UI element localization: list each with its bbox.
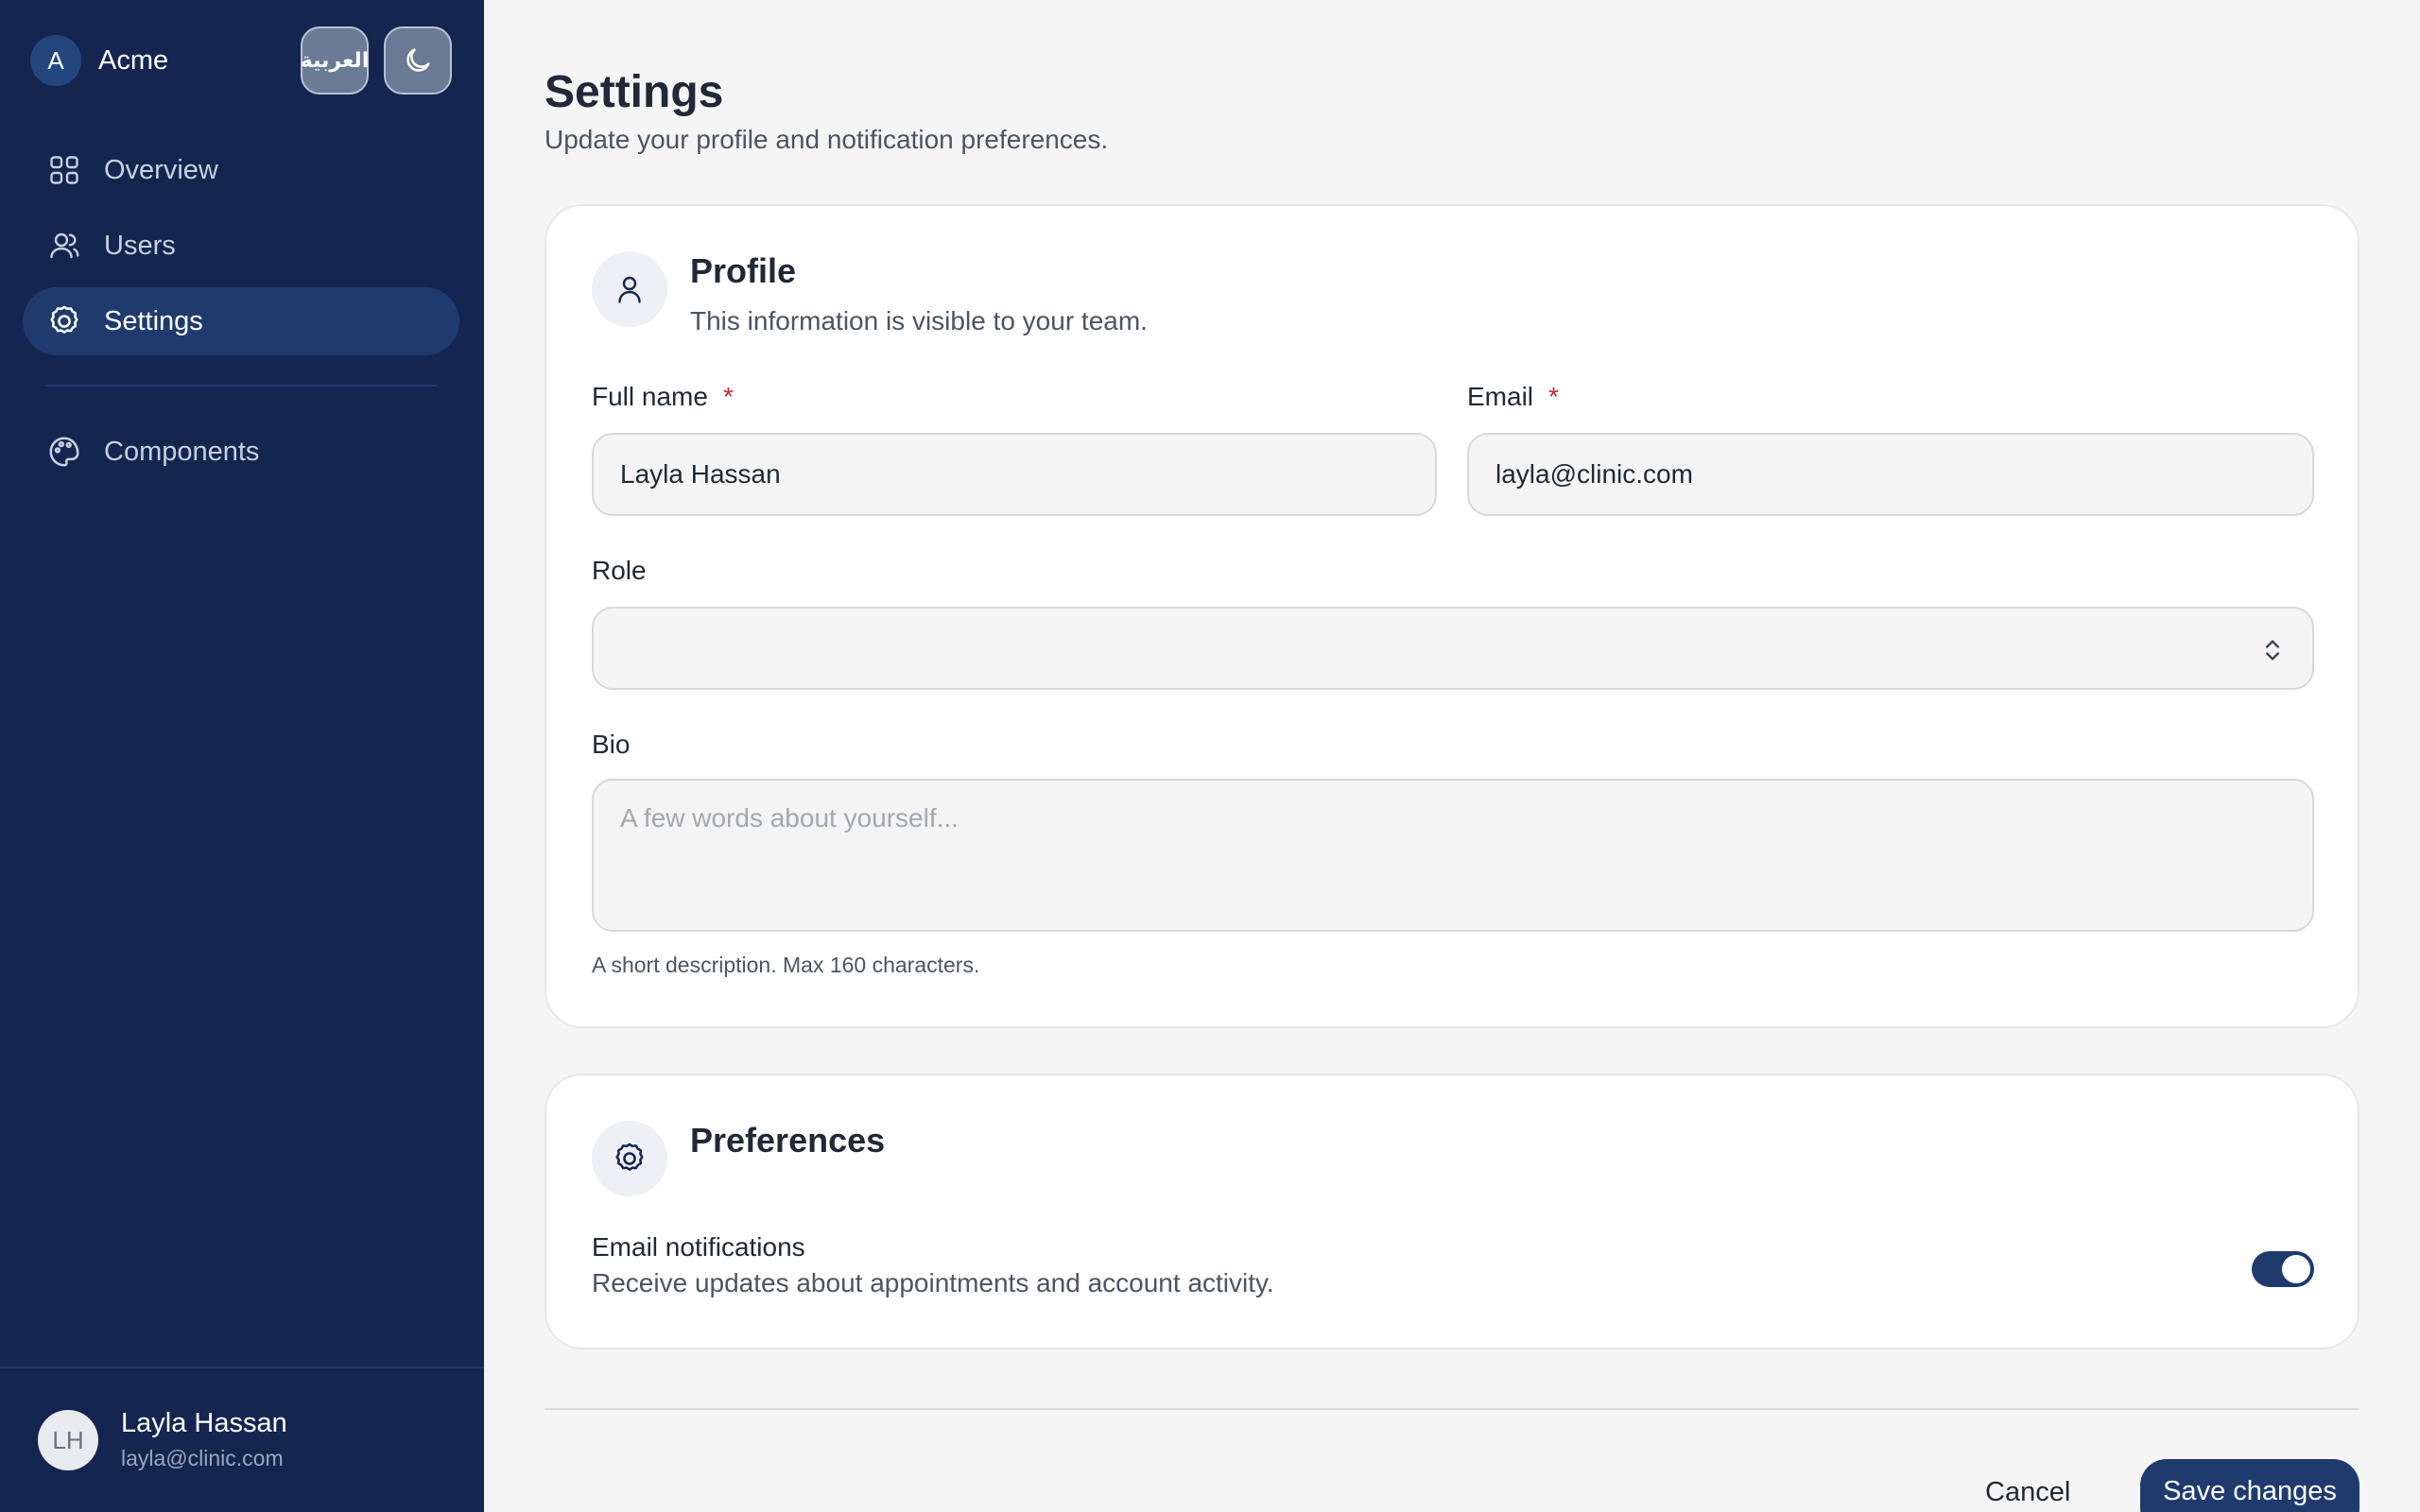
full-name-label: Full name * (592, 382, 734, 412)
brand-name: Acme (98, 44, 169, 76)
palette-icon (45, 433, 83, 471)
bio-textarea[interactable]: A few words about yourself... (592, 779, 2314, 932)
grid-icon (45, 151, 83, 189)
sidebar-item-settings[interactable]: Settings (23, 287, 459, 355)
page-subtitle: Update your profile and notification pre… (544, 125, 1109, 154)
sidebar-item-users[interactable]: Users (23, 212, 459, 280)
moon-icon (406, 48, 430, 72)
brand[interactable]: A Acme (30, 34, 168, 87)
sidebar: A Acme العربية Overview Users Settings C… (0, 0, 484, 1512)
sidebar-item-label: Users (104, 230, 176, 261)
toggle-knob (2282, 1255, 2310, 1283)
avatar: LH (38, 1410, 98, 1470)
nav-divider (45, 385, 437, 387)
user-email: layla@clinic.com (121, 1446, 284, 1470)
theme-toggle-button[interactable] (384, 26, 452, 94)
profile-card: Profile This information is visible to y… (544, 204, 2360, 1028)
sidebar-item-overview[interactable]: Overview (23, 136, 459, 204)
full-name-label-text: Full name (592, 382, 708, 411)
sidebar-item-label: Overview (104, 154, 218, 185)
sidebar-item-label: Components (104, 436, 260, 467)
role-label: Role (592, 556, 647, 585)
sidebar-item-label: Settings (104, 305, 203, 336)
email-notifications-label: Email notifications (592, 1232, 805, 1262)
chevron-up-down-icon (2266, 640, 2279, 661)
footer-divider (544, 1408, 2360, 1410)
language-toggle-button[interactable]: العربية (301, 26, 369, 94)
required-mark: * (722, 382, 734, 411)
sidebar-item-components[interactable]: Components (23, 418, 459, 486)
email-label: Email * (1467, 382, 1559, 412)
required-mark: * (1548, 382, 1559, 411)
page-title: Settings (544, 67, 724, 117)
save-button[interactable]: Save changes (2140, 1459, 2360, 1512)
bio-hint: A short description. Max 160 characters. (592, 953, 980, 977)
gear-icon (45, 302, 83, 340)
email-label-text: Email (1467, 382, 1534, 411)
sidebar-user[interactable]: LH Layla Hassan layla@clinic.com (0, 1366, 484, 1512)
profile-title: Profile (690, 251, 797, 290)
preferences-card: Preferences Email notifications Receive … (544, 1074, 2360, 1349)
user-name: Layla Hassan (121, 1408, 287, 1438)
cancel-button[interactable]: Cancel (1985, 1459, 2070, 1512)
email-notifications-description: Receive updates about appointments and a… (592, 1268, 1274, 1297)
role-select[interactable] (592, 607, 2314, 690)
profile-description: This information is visible to your team… (690, 306, 1148, 335)
brand-avatar: A (30, 35, 81, 86)
users-icon (45, 227, 83, 265)
full-name-field[interactable]: Layla Hassan (592, 433, 1437, 516)
bio-label: Bio (592, 730, 631, 759)
preferences-title: Preferences (690, 1121, 886, 1160)
email-field[interactable]: layla@clinic.com (1467, 433, 2314, 516)
gear-icon (592, 1121, 667, 1196)
user-icon (592, 251, 667, 327)
email-notifications-toggle[interactable] (2252, 1251, 2314, 1287)
